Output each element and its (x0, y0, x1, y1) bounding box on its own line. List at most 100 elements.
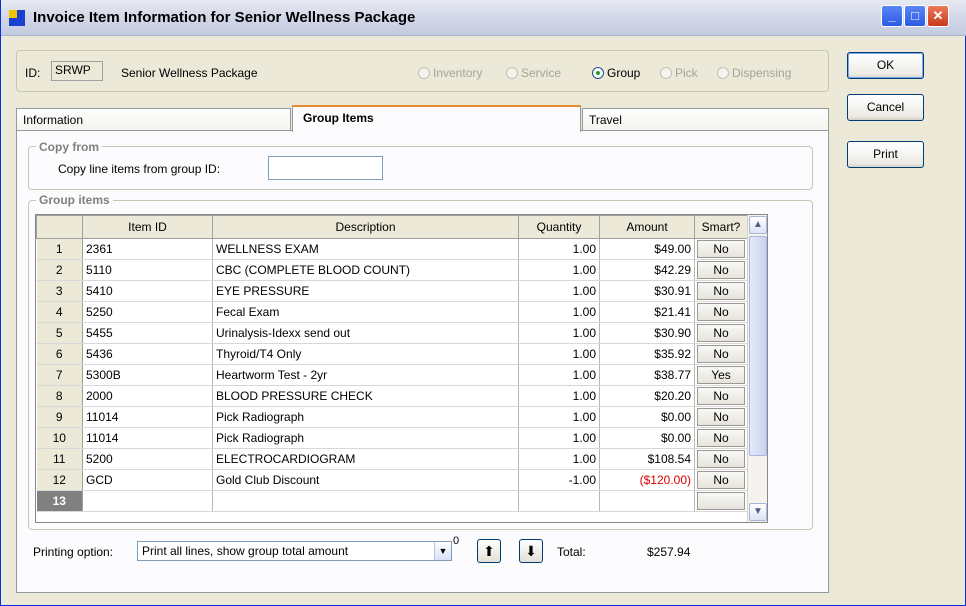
amount-cell[interactable]: $21.41 (599, 301, 695, 323)
radio-dispensing[interactable]: Dispensing (717, 66, 791, 80)
smart-toggle-button[interactable]: No (697, 240, 745, 258)
table-row[interactable]: 8 2000 BLOOD PRESSURE CHECK 1.00 $20.20 No (36, 385, 748, 407)
description-cell[interactable] (212, 490, 519, 512)
tab-information[interactable]: Information (16, 108, 291, 131)
column-header-quantity[interactable]: Quantity (518, 215, 600, 239)
title-bar[interactable]: Invoice Item Information for Senior Well… (1, 0, 966, 36)
chevron-down-icon[interactable]: ▼ (434, 542, 451, 560)
copy-from-input[interactable] (268, 156, 383, 180)
amount-cell[interactable]: $0.00 (599, 406, 695, 428)
smart-toggle-button[interactable]: Yes (697, 366, 745, 384)
table-row[interactable]: 6 5436 Thyroid/T4 Only 1.00 $35.92 No (36, 343, 748, 365)
column-header-description[interactable]: Description (212, 215, 519, 239)
amount-cell[interactable]: $42.29 (599, 259, 695, 281)
radio-group[interactable]: Group (592, 66, 640, 80)
quantity-cell[interactable]: 1.00 (518, 343, 600, 365)
quantity-cell[interactable]: 1.00 (518, 448, 600, 470)
cancel-button[interactable]: Cancel (847, 94, 924, 121)
maximize-icon[interactable]: □ (904, 5, 926, 27)
move-down-button[interactable]: ⬇ (519, 539, 543, 563)
tab-group-items[interactable]: Group Items (292, 105, 581, 132)
amount-cell[interactable]: $20.20 (599, 385, 695, 407)
description-cell[interactable]: WELLNESS EXAM (212, 238, 519, 260)
description-cell[interactable]: Urinalysis-Idexx send out (212, 322, 519, 344)
grid-scrollbar[interactable]: ▲ ▼ (747, 215, 767, 522)
item-id-cell[interactable]: 5455 (82, 322, 213, 344)
smart-toggle-button[interactable]: No (697, 345, 745, 363)
item-id-cell[interactable]: 5436 (82, 343, 213, 365)
scroll-thumb[interactable] (749, 236, 767, 456)
radio-pick[interactable]: Pick (660, 66, 698, 80)
printing-option-select[interactable]: Print all lines, show group total amount… (137, 541, 452, 561)
smart-toggle-button[interactable]: No (697, 303, 745, 321)
amount-cell[interactable]: $49.00 (599, 238, 695, 260)
table-row[interactable]: 13 (36, 490, 748, 512)
amount-cell[interactable]: $108.54 (599, 448, 695, 470)
amount-cell[interactable]: $35.92 (599, 343, 695, 365)
table-row[interactable]: 4 5250 Fecal Exam 1.00 $21.41 No (36, 301, 748, 323)
radio-service[interactable]: Service (506, 66, 561, 80)
quantity-cell[interactable]: 1.00 (518, 364, 600, 386)
print-button[interactable]: Print (847, 141, 924, 168)
table-row[interactable]: 12 GCD Gold Club Discount -1.00 ($120.00) No (36, 469, 748, 491)
smart-toggle-button[interactable]: No (697, 471, 745, 489)
item-id-cell[interactable]: 5300B (82, 364, 213, 386)
table-row[interactable]: 11 5200 ELECTROCARDIOGRAM 1.00 $108.54 No (36, 448, 748, 470)
quantity-cell[interactable]: 1.00 (518, 427, 600, 449)
smart-toggle-button[interactable]: No (697, 387, 745, 405)
description-cell[interactable]: Heartworm Test - 2yr (212, 364, 519, 386)
item-id-cell[interactable]: 11014 (82, 427, 213, 449)
description-cell[interactable]: Thyroid/T4 Only (212, 343, 519, 365)
column-header-amount[interactable]: Amount (599, 215, 695, 239)
item-id-cell[interactable]: 5110 (82, 259, 213, 281)
item-id-cell[interactable]: 5410 (82, 280, 213, 302)
item-id-cell[interactable]: 2000 (82, 385, 213, 407)
table-row[interactable]: 5 5455 Urinalysis-Idexx send out 1.00 $30.90… (36, 322, 748, 344)
description-cell[interactable]: CBC (COMPLETE BLOOD COUNT) (212, 259, 519, 281)
amount-cell[interactable]: $38.77 (599, 364, 695, 386)
table-row[interactable]: 1 2361 WELLNESS EXAM 1.00 $49.00 No (36, 238, 748, 260)
column-header-smart[interactable]: Smart? (694, 215, 748, 239)
minimize-icon[interactable]: _ (881, 5, 903, 27)
quantity-cell[interactable]: 1.00 (518, 259, 600, 281)
description-cell[interactable]: BLOOD PRESSURE CHECK (212, 385, 519, 407)
quantity-cell[interactable] (518, 490, 600, 512)
group-items-grid[interactable]: Item ID Description Quantity Amount Smar… (35, 214, 768, 523)
quantity-cell[interactable]: 1.00 (518, 322, 600, 344)
description-cell[interactable]: ELECTROCARDIOGRAM (212, 448, 519, 470)
smart-toggle-button[interactable]: No (697, 408, 745, 426)
amount-cell[interactable]: $30.90 (599, 322, 695, 344)
quantity-cell[interactable]: 1.00 (518, 280, 600, 302)
amount-cell[interactable] (599, 490, 695, 512)
smart-toggle-button[interactable]: No (697, 261, 745, 279)
smart-toggle-button[interactable]: No (697, 324, 745, 342)
scroll-down-icon[interactable]: ▼ (749, 503, 767, 521)
quantity-cell[interactable]: 1.00 (518, 238, 600, 260)
quantity-cell[interactable]: 1.00 (518, 406, 600, 428)
quantity-cell[interactable]: -1.00 (518, 469, 600, 491)
description-cell[interactable]: EYE PRESSURE (212, 280, 519, 302)
description-cell[interactable]: Gold Club Discount (212, 469, 519, 491)
close-icon[interactable]: ✕ (927, 5, 949, 27)
scroll-up-icon[interactable]: ▲ (749, 216, 767, 234)
item-id-cell[interactable]: 2361 (82, 238, 213, 260)
radio-inventory[interactable]: Inventory (418, 66, 482, 80)
item-id-cell[interactable]: 11014 (82, 406, 213, 428)
tab-travel[interactable]: Travel (582, 108, 829, 131)
amount-cell[interactable]: ($120.00) (599, 469, 695, 491)
item-id-cell[interactable]: 5250 (82, 301, 213, 323)
table-row[interactable]: 10 11014 Pick Radiograph 1.00 $0.00 No (36, 427, 748, 449)
quantity-cell[interactable]: 1.00 (518, 385, 600, 407)
amount-cell[interactable]: $30.91 (599, 280, 695, 302)
description-cell[interactable]: Pick Radiograph (212, 406, 519, 428)
smart-toggle-button[interactable] (697, 492, 745, 510)
item-id-cell[interactable] (82, 490, 213, 512)
table-row[interactable]: 2 5110 CBC (COMPLETE BLOOD COUNT) 1.00 $42.2… (36, 259, 748, 281)
item-id-cell[interactable]: 5200 (82, 448, 213, 470)
table-row[interactable]: 3 5410 EYE PRESSURE 1.00 $30.91 No (36, 280, 748, 302)
smart-toggle-button[interactable]: No (697, 429, 745, 447)
description-cell[interactable]: Pick Radiograph (212, 427, 519, 449)
amount-cell[interactable]: $0.00 (599, 427, 695, 449)
smart-toggle-button[interactable]: No (697, 282, 745, 300)
ok-button[interactable]: OK (847, 52, 924, 79)
